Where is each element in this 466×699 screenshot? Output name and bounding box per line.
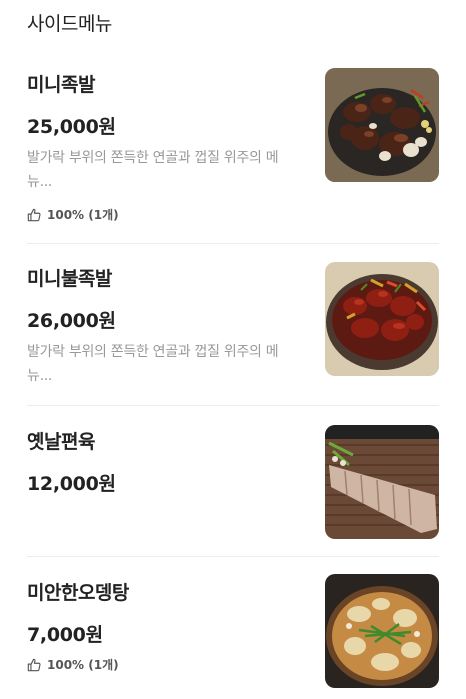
sliced-pork-pyeonyuk-photo-icon	[325, 425, 439, 539]
menu-item-mini-bul-jokbal[interactable]: 미니불족발 26,000원 발가락 부위의 쫀득한 연골과 껍질 위주의 메뉴.…	[27, 262, 439, 394]
menu-item-name: 미니족발	[27, 74, 95, 96]
menu-item-description: 발가락 부위의 쫀득한 연골과 껍질 위주의 메뉴...	[27, 344, 279, 384]
thumbs-up-icon	[27, 208, 41, 221]
menu-item-image[interactable]	[325, 68, 439, 182]
menu-item-price: 25,000원	[27, 116, 116, 138]
like-count: 100% (1개)	[27, 656, 119, 673]
divider	[27, 405, 439, 406]
divider	[27, 556, 439, 557]
menu-item-image[interactable]	[325, 425, 439, 539]
like-text: 100% (1개)	[47, 208, 119, 222]
menu-item-old-pyeonyuk[interactable]: 옛날편육 12,000원	[27, 425, 439, 541]
menu-item-image[interactable]	[325, 262, 439, 376]
menu-item-name: 미니불족발	[27, 268, 112, 290]
braised-pork-trotters-photo-icon	[325, 68, 439, 182]
menu-item-price: 12,000원	[27, 473, 116, 495]
menu-item-fishcake-soup[interactable]: 미안한오뎅탕 7,000원 100% (1개)	[27, 574, 439, 698]
menu-item-price: 7,000원	[27, 624, 103, 646]
like-count: 100% (1개)	[27, 206, 119, 223]
spicy-pork-trotters-photo-icon	[325, 262, 439, 376]
section-title: 사이드메뉴	[27, 13, 112, 35]
menu-item-name: 미안한오뎅탕	[27, 582, 129, 604]
menu-item-mini-jokbal[interactable]: 미니족발 25,000원 발가락 부위의 쫀득한 연골과 껍질 위주의 메뉴..…	[27, 68, 439, 230]
like-text: 100% (1개)	[47, 658, 119, 672]
divider	[27, 243, 439, 244]
menu-item-name: 옛날편육	[27, 431, 95, 453]
menu-item-image[interactable]	[325, 574, 439, 688]
fishcake-soup-photo-icon	[325, 574, 439, 688]
menu-item-description: 발가락 부위의 쫀득한 연골과 껍질 위주의 메뉴...	[27, 150, 279, 190]
thumbs-up-icon	[27, 658, 41, 671]
menu-item-price: 26,000원	[27, 310, 116, 332]
